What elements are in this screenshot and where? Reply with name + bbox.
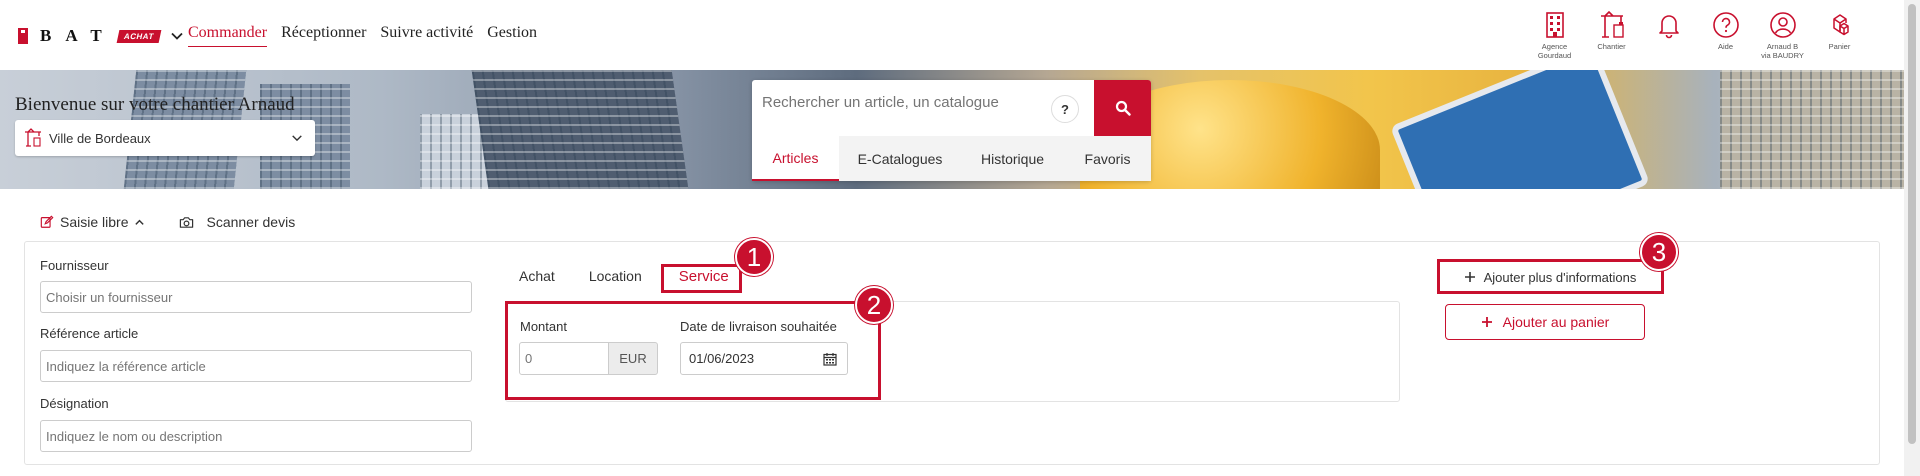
camera-icon (180, 216, 194, 228)
notifications-button[interactable] (1640, 10, 1697, 60)
nav-gestion[interactable]: Gestion (487, 24, 537, 47)
cart-icon (1832, 14, 1849, 36)
page-scrollbar[interactable] (1904, 0, 1920, 476)
chevron-down-icon[interactable] (170, 29, 184, 43)
account-name: Arnaud B (1766, 42, 1799, 51)
search-tabs: Articles E-Catalogues Historique Favoris (752, 136, 1151, 181)
site-selector-value: Ville de Bordeaux (49, 130, 151, 146)
search-help-button[interactable]: ? (1051, 95, 1079, 123)
scrollbar-thumb[interactable] (1908, 4, 1916, 444)
brand-logo[interactable]: BAT ACHAT (18, 26, 184, 46)
tab-achat[interactable]: Achat (519, 268, 555, 285)
designation-field[interactable] (40, 420, 472, 452)
search-input[interactable] (762, 94, 1062, 111)
reference-label: Référence article (40, 326, 139, 341)
tab-favoris[interactable]: Favoris (1064, 136, 1151, 181)
logo-letters: BAT (40, 26, 116, 45)
search-icon (1115, 100, 1131, 116)
add-to-cart-label: Ajouter au panier (1502, 314, 1610, 330)
help-label: Aide (1717, 42, 1733, 51)
entry-mode-row: Saisie libre Scanner devis (40, 214, 295, 230)
agency-button[interactable]: Agence Gourdaud (1526, 10, 1583, 60)
add-to-cart-button[interactable]: Ajouter au panier (1445, 304, 1645, 340)
highlight-service-tab (661, 264, 742, 293)
crane-icon (1600, 10, 1624, 38)
banner-building-decor (471, 70, 689, 189)
edit-icon (40, 215, 54, 228)
tab-e-catalogues[interactable]: E-Catalogues (839, 136, 961, 181)
site-label: Chantier (1597, 42, 1626, 51)
agency-label: Agence Gourdaud (1537, 42, 1572, 60)
annotation-badge-2: 2 (855, 286, 893, 324)
supplier-label: Fournisseur (40, 258, 109, 273)
nav-receptionner[interactable]: Réceptionner (281, 24, 366, 47)
scan-quote-label: Scanner devis (206, 214, 296, 230)
chevron-up-icon (135, 219, 145, 225)
reference-field[interactable] (40, 350, 472, 382)
free-entry-label: Saisie libre (60, 214, 129, 230)
highlight-service-fields (505, 301, 881, 400)
annotation-badge-1: 1 (735, 238, 773, 276)
tab-historique[interactable]: Historique (961, 136, 1064, 181)
tab-location[interactable]: Location (589, 268, 642, 285)
free-entry-toggle[interactable]: Saisie libre (40, 214, 145, 230)
logo-i-mark (18, 28, 28, 44)
annotation-badge-3: 3 (1640, 233, 1678, 271)
cart-button[interactable]: Panier (1811, 10, 1868, 60)
agency-building-icon (1545, 12, 1564, 38)
search-button[interactable] (1094, 80, 1151, 136)
designation-label: Désignation (40, 396, 109, 411)
main-nav: Commander Réceptionner Suivre activité G… (188, 24, 537, 47)
help-icon (1712, 12, 1739, 38)
site-button[interactable]: Chantier (1583, 10, 1640, 60)
crane-icon (25, 128, 41, 147)
banner-building-decor (1720, 70, 1904, 189)
scan-quote-button[interactable]: Scanner devis (179, 214, 295, 230)
top-actions: Agence Gourdaud Chantier Aide Arnaud Bvi… (1526, 10, 1868, 60)
nav-commander[interactable]: Commander (188, 24, 268, 47)
tab-articles[interactable]: Articles (752, 136, 839, 181)
search-box: ? Articles E-Catalogues Historique Favor… (752, 80, 1151, 181)
site-selector[interactable]: Ville de Bordeaux (15, 120, 315, 156)
account-label: Arnaud Bvia BAUDRY (1761, 42, 1804, 60)
welcome-title: Bienvenue sur votre chantier Arnaud (15, 94, 295, 115)
nav-suivre-activite[interactable]: Suivre activité (380, 24, 473, 47)
bell-icon (1658, 15, 1679, 39)
banner-tablet-decor (1389, 70, 1651, 189)
chevron-down-icon (292, 135, 302, 142)
plus-icon (1481, 317, 1492, 327)
supplier-field[interactable] (40, 281, 472, 313)
top-bar: BAT ACHAT Commander Réceptionner Suivre … (0, 0, 1904, 70)
user-icon (1769, 12, 1796, 38)
highlight-more-info (1437, 259, 1664, 294)
account-sublabel: via BAUDRY (1761, 51, 1804, 60)
app-root: BAT ACHAT Commander Réceptionner Suivre … (0, 0, 1920, 476)
help-button[interactable]: Aide (1697, 10, 1754, 60)
logo-badge: ACHAT (116, 29, 161, 43)
account-button[interactable]: Arnaud Bvia BAUDRY (1754, 10, 1811, 60)
cart-label: Panier (1828, 42, 1851, 51)
